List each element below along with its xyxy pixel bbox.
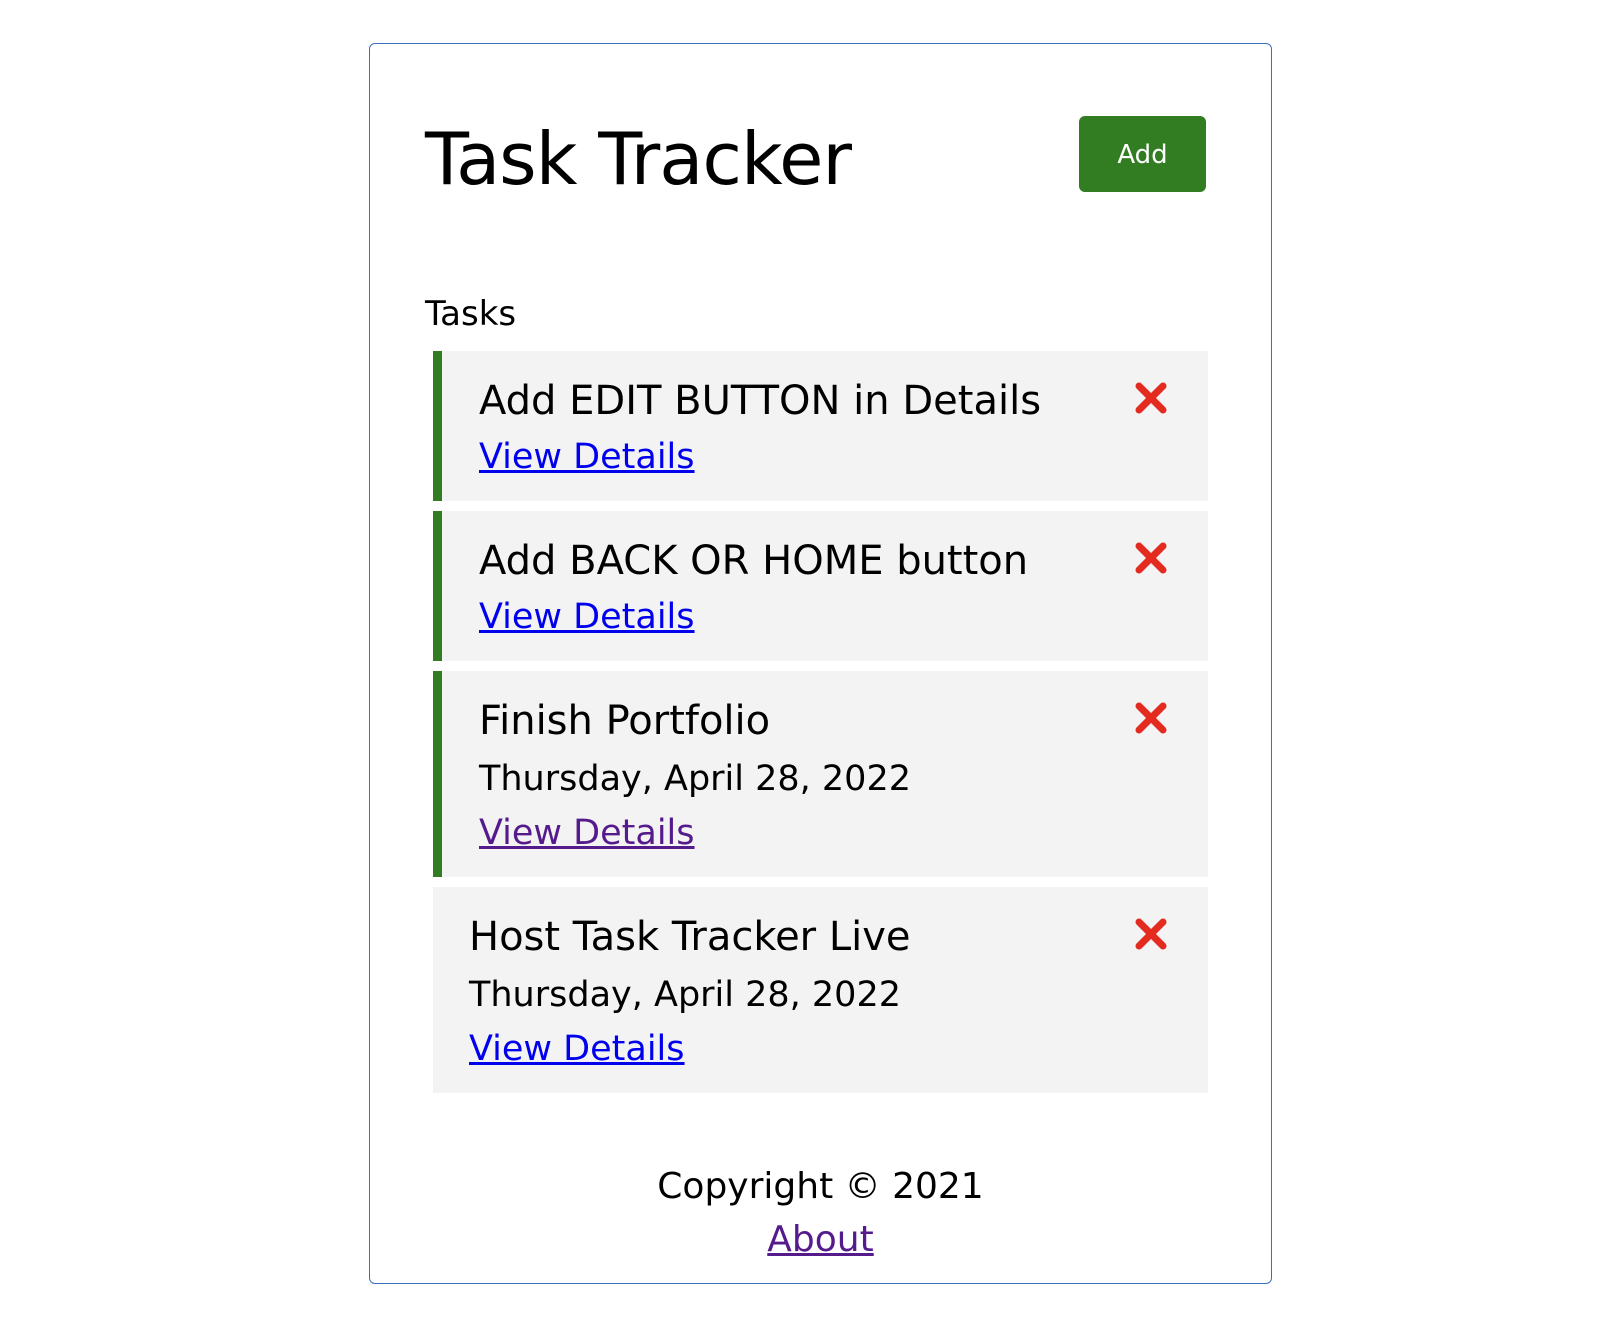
task-title: Add EDIT BUTTON in Details xyxy=(479,378,1042,424)
task-item[interactable]: Finish Portfolio Thursday, April 28, 202… xyxy=(433,671,1208,877)
task-date: Thursday, April 28, 2022 xyxy=(469,975,901,1015)
task-item[interactable]: Host Task Tracker Live Thursday, April 2… xyxy=(433,887,1208,1093)
copyright-text: Copyright © 2021 xyxy=(657,1166,984,1207)
header: Task Tracker Add xyxy=(425,114,1206,204)
footer: Copyright © 2021 About xyxy=(370,1162,1271,1268)
task-date: Thursday, April 28, 2022 xyxy=(479,759,911,799)
app-container: Task Tracker Add Tasks Add EDIT BUTTON i… xyxy=(369,43,1272,1284)
app-title: Task Tracker xyxy=(425,117,852,201)
task-item[interactable]: Add BACK OR HOME button View Details xyxy=(433,511,1208,661)
close-icon[interactable] xyxy=(1134,381,1168,415)
view-details-link[interactable]: View Details xyxy=(479,807,695,859)
add-button[interactable]: Add xyxy=(1079,116,1206,192)
view-details-link[interactable]: View Details xyxy=(469,1023,685,1075)
task-title: Add BACK OR HOME button xyxy=(479,538,1029,584)
task-list: Add EDIT BUTTON in Details View Details … xyxy=(433,351,1208,1103)
task-item[interactable]: Add EDIT BUTTON in Details View Details xyxy=(433,351,1208,501)
view-details-link[interactable]: View Details xyxy=(479,591,695,643)
about-link[interactable]: About xyxy=(767,1212,873,1268)
close-icon[interactable] xyxy=(1134,701,1168,735)
view-details-link[interactable]: View Details xyxy=(479,431,695,483)
tasks-heading: Tasks xyxy=(425,294,517,334)
close-icon[interactable] xyxy=(1134,917,1168,951)
task-title: Host Task Tracker Live xyxy=(469,914,911,960)
close-icon[interactable] xyxy=(1134,541,1168,575)
task-title: Finish Portfolio xyxy=(479,698,771,744)
